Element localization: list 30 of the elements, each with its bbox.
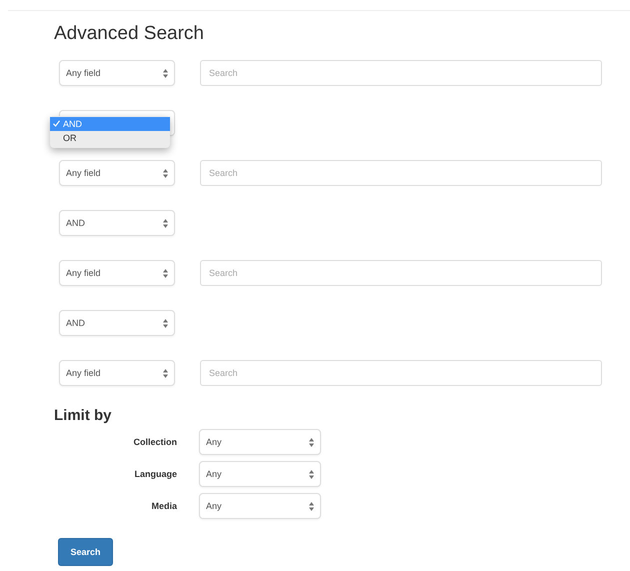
filter-select[interactable]: Any <box>199 461 321 487</box>
updown-icon <box>163 168 168 178</box>
updown-icon <box>163 268 168 278</box>
page-title: Advanced Search <box>54 23 205 45</box>
field-select[interactable]: Any field <box>59 360 175 386</box>
filter-label: Language <box>133 469 177 479</box>
updown-icon <box>163 68 168 78</box>
filter-select[interactable]: Any <box>199 429 321 455</box>
search-field[interactable]: Search <box>200 360 602 386</box>
field-select[interactable]: Any field <box>59 60 175 86</box>
operator-select[interactable]: AND <box>59 310 175 336</box>
field-select[interactable]: Any field <box>59 160 175 186</box>
section-heading: Limit by <box>54 406 113 426</box>
field-select[interactable]: Any field <box>59 260 175 286</box>
search-field[interactable]: Search <box>200 160 602 186</box>
updown-icon <box>163 318 168 328</box>
updown-icon <box>163 218 168 228</box>
operator-select[interactable]: AND <box>59 210 175 236</box>
checkmark-icon <box>53 120 60 127</box>
menu-option[interactable]: OR <box>50 131 170 145</box>
search-field[interactable]: Search <box>200 60 602 86</box>
updown-icon <box>309 470 314 478</box>
filter-label: Collection <box>132 437 177 447</box>
search-button[interactable]: Search <box>58 538 113 566</box>
search-field[interactable]: Search <box>200 260 602 286</box>
updown-icon <box>163 368 168 378</box>
updown-icon <box>309 502 314 510</box>
updown-icon <box>309 438 314 446</box>
filter-label: Media <box>150 501 177 511</box>
filter-select[interactable]: Any <box>199 493 321 519</box>
